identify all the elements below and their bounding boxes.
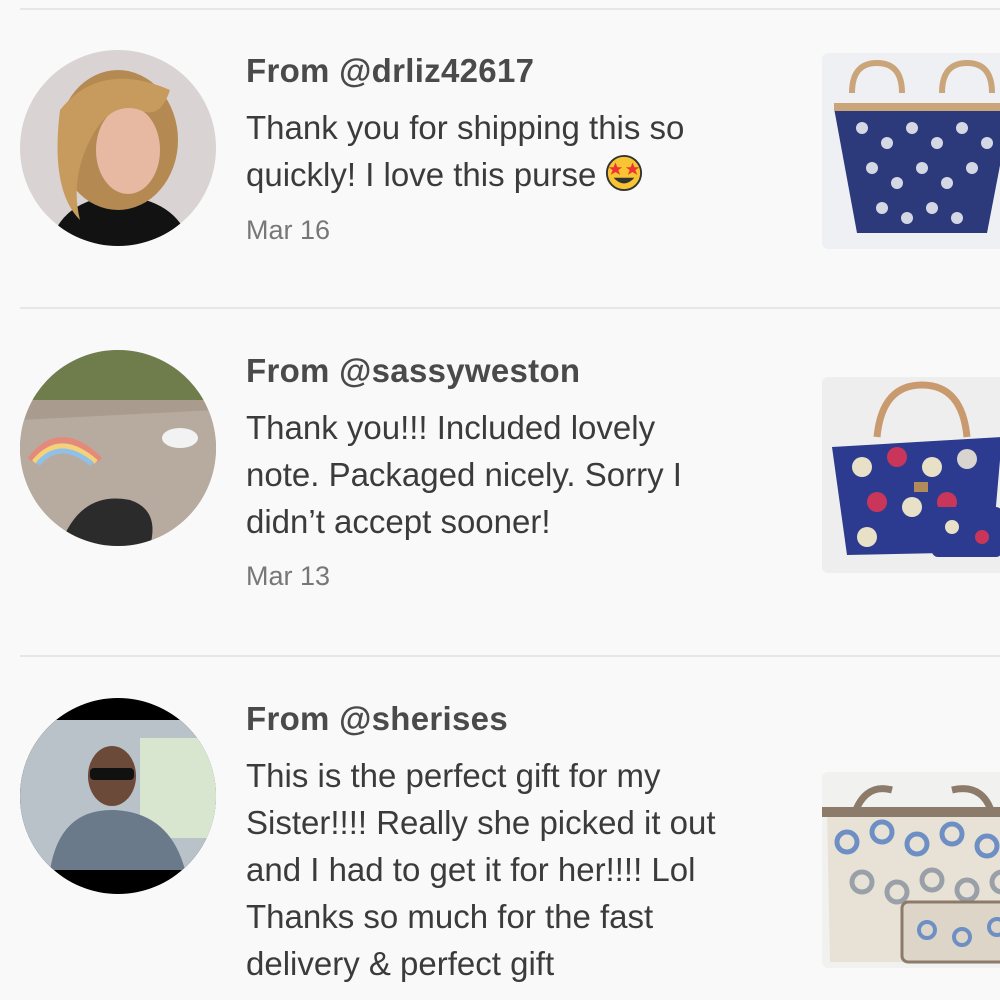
review-line: This is the perfect gift for my — [246, 757, 661, 794]
divider — [20, 307, 1000, 309]
review-line: delivery & perfect gift — [246, 945, 555, 982]
review-line: quickly! I love this purse — [246, 156, 597, 193]
reviewer-avatar[interactable] — [20, 698, 216, 894]
listing-thumbnail[interactable] — [822, 772, 1000, 968]
purse-image-icon — [822, 53, 1000, 249]
review-line: Thank you!!! Included lovely — [246, 409, 656, 446]
review-line: Sister!!!! Really she picked it out — [246, 804, 716, 841]
review-date: Mar 16 — [246, 215, 331, 245]
purse-image-icon — [822, 377, 1000, 573]
review-message: Thank you!!! Included lovely note. Packa… — [246, 404, 806, 545]
review-message: This is the perfect gift for my Sister!!… — [246, 752, 806, 987]
review-message: Thank you for shipping this so quickly! … — [246, 104, 806, 198]
star-struck-emoji-icon — [602, 154, 646, 192]
reviewer-username[interactable]: From @sherises — [246, 700, 508, 738]
listing-thumbnail[interactable] — [822, 377, 1000, 573]
reviewer-username[interactable]: From @sassyweston — [246, 352, 580, 390]
review-line-with-emoji: quickly! I love this purse — [246, 151, 806, 198]
listing-thumbnail[interactable] — [822, 53, 1000, 249]
reviewer-username[interactable]: From @drliz42617 — [246, 52, 534, 90]
review-line: note. Packaged nicely. Sorry I — [246, 456, 682, 493]
purse-image-icon — [822, 772, 1000, 968]
reviewer-avatar[interactable] — [20, 50, 216, 246]
divider — [20, 8, 1000, 10]
avatar-photo-icon — [20, 698, 216, 894]
avatar-photo-icon — [20, 50, 216, 246]
avatar-photo-icon — [20, 350, 216, 546]
review-line: and I had to get it for her!!!! Lol — [246, 851, 696, 888]
review-line: Thanks so much for the fast — [246, 898, 654, 935]
review-date: Mar 13 — [246, 561, 331, 591]
review-line: didn’t accept sooner! — [246, 503, 551, 540]
review-line: Thank you for shipping this so — [246, 109, 685, 146]
reviewer-avatar[interactable] — [20, 350, 216, 546]
divider — [20, 655, 1000, 657]
